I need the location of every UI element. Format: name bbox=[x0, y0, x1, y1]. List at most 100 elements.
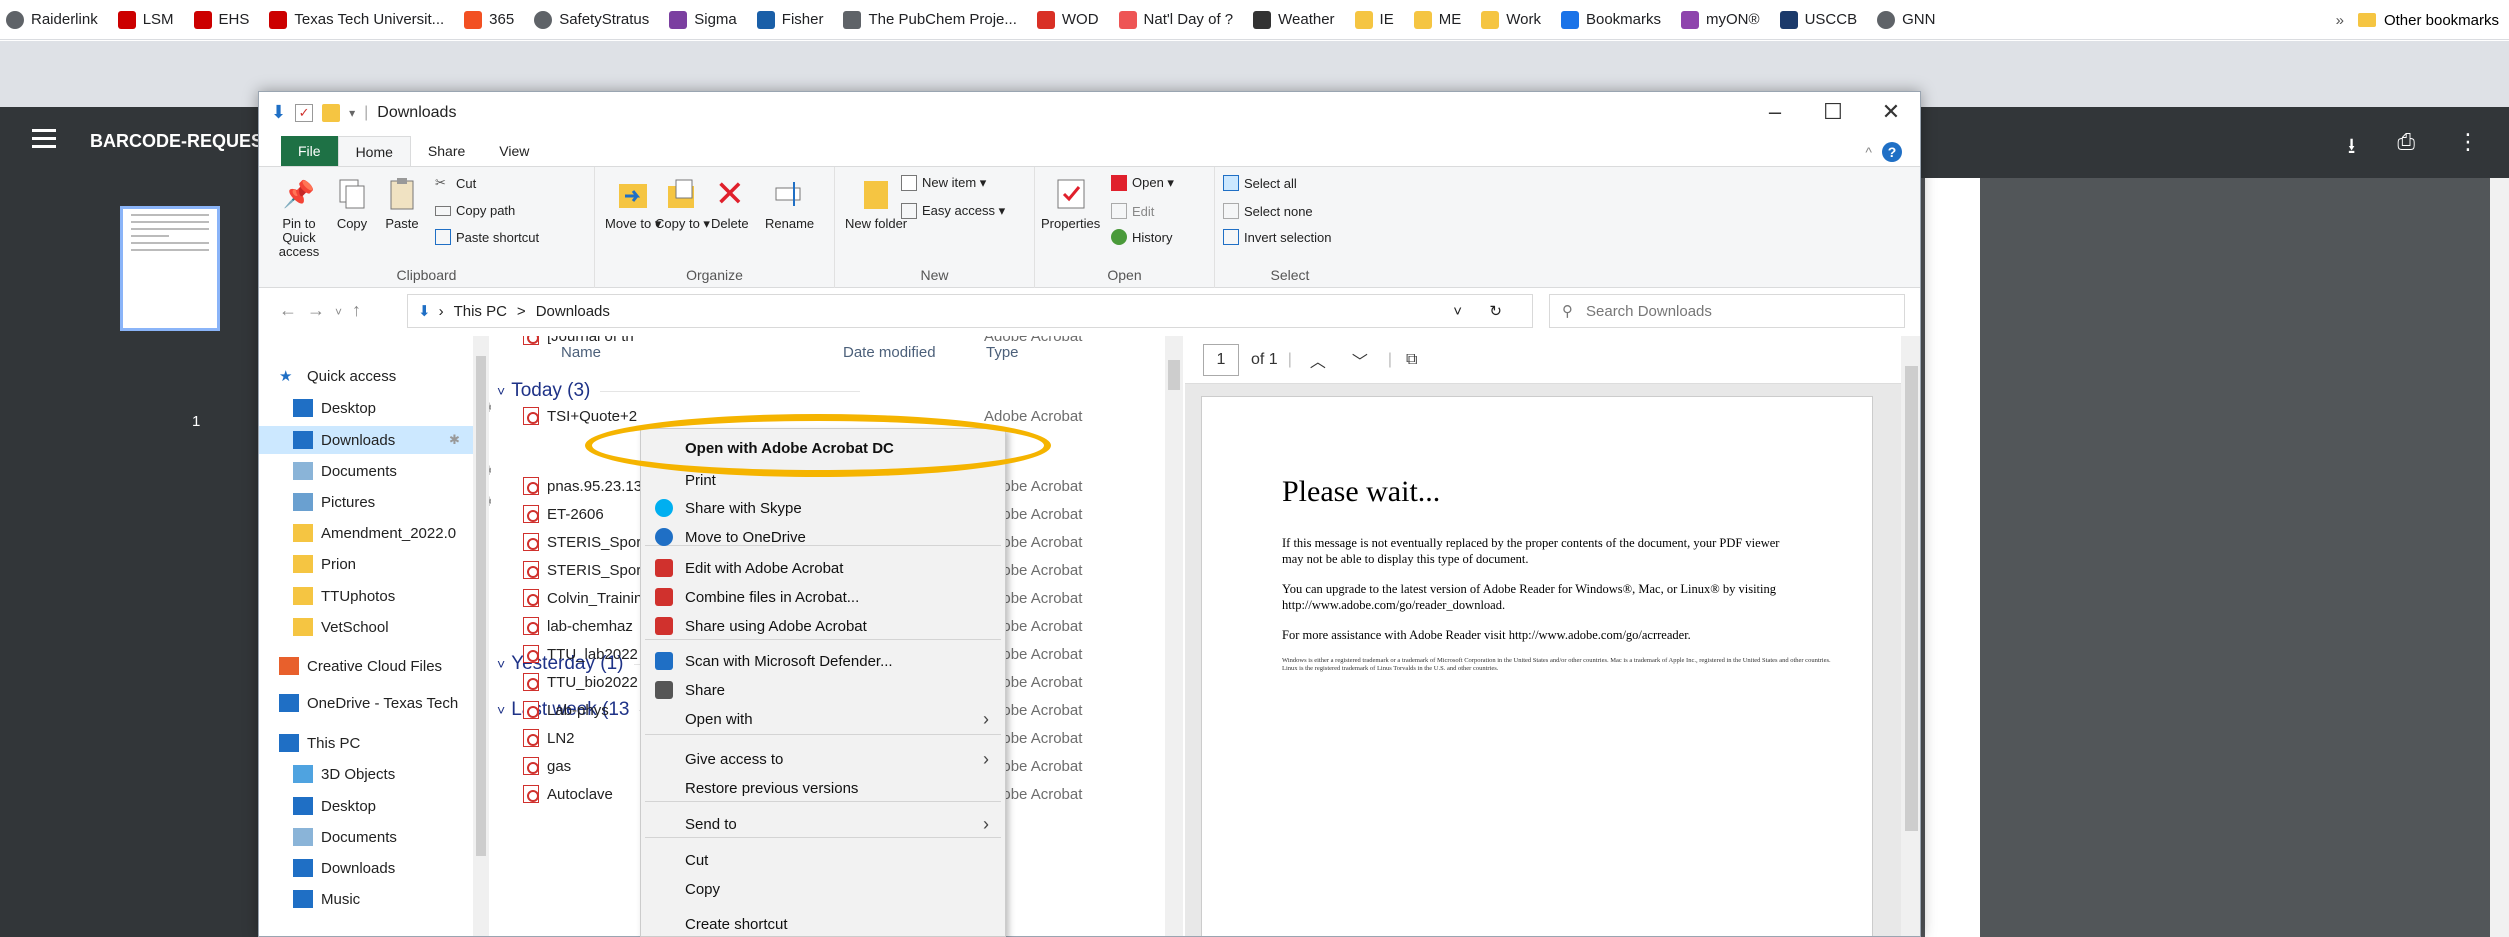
menu-item-share-with-skype[interactable]: Share with Skype bbox=[641, 493, 1005, 523]
new-folder-button[interactable]: New folder bbox=[845, 177, 907, 231]
page-number-input[interactable]: 1 bbox=[1203, 343, 1239, 376]
nav-item-6[interactable]: Prion bbox=[293, 550, 356, 578]
nav-item-13[interactable]: Desktop bbox=[293, 792, 376, 820]
menu-item-share[interactable]: Share bbox=[641, 675, 1005, 705]
minimize-button[interactable]: – bbox=[1746, 92, 1804, 132]
copy-button[interactable]: Copy bbox=[335, 177, 369, 231]
bookmark-3[interactable]: Texas Tech Universit... bbox=[269, 10, 444, 29]
chevron-up-icon[interactable]: ^ bbox=[1865, 144, 1872, 160]
forward-arrow-icon[interactable]: → bbox=[307, 300, 335, 320]
nav-item-7[interactable]: TTUphotos bbox=[293, 582, 395, 610]
search-input[interactable]: ⚲ Search Downloads bbox=[1549, 294, 1905, 328]
page-thumbnail[interactable] bbox=[120, 206, 220, 331]
rename-button[interactable]: Rename bbox=[765, 177, 814, 231]
back-arrow-icon[interactable]: ← bbox=[279, 300, 307, 320]
menu-item-send-to[interactable]: Send to › bbox=[641, 809, 1005, 839]
menu-item-edit-with-adobe-acrobat[interactable]: Edit with Adobe Acrobat bbox=[641, 553, 1005, 583]
copy-path-button[interactable]: Copy path bbox=[435, 203, 515, 218]
bookmark-5[interactable]: SafetyStratus bbox=[534, 10, 649, 29]
move-to-button[interactable]: Move to ▾ bbox=[605, 177, 661, 231]
tab-file[interactable]: File bbox=[281, 136, 338, 166]
maximize-button[interactable]: ☐ bbox=[1804, 92, 1862, 132]
pin-quick-access-button[interactable]: 📌 Pin to Quick access bbox=[269, 177, 329, 259]
properties-button[interactable]: Properties bbox=[1041, 177, 1100, 231]
bookmark-0[interactable]: Raiderlink bbox=[6, 10, 98, 29]
close-button[interactable]: ✕ bbox=[1862, 92, 1920, 132]
bookmark-13[interactable]: ME bbox=[1413, 10, 1461, 29]
edit-button[interactable]: Edit bbox=[1111, 203, 1154, 219]
bookmark-11[interactable]: Weather bbox=[1253, 10, 1335, 29]
nav-item-9[interactable]: Creative Cloud Files bbox=[279, 652, 442, 680]
history-button[interactable]: History bbox=[1111, 229, 1172, 245]
address-dropdown-icon[interactable]: ˅ bbox=[1453, 303, 1462, 320]
crumb-this-pc[interactable]: This PC bbox=[454, 303, 507, 320]
crumb-downloads[interactable]: Downloads bbox=[536, 303, 610, 320]
nav-item-15[interactable]: Downloads bbox=[293, 854, 395, 882]
nav-item-14[interactable]: Documents bbox=[293, 823, 397, 851]
fit-page-icon[interactable]: ⧉ bbox=[1406, 351, 1417, 369]
refresh-icon[interactable]: ↻ bbox=[1489, 302, 1502, 320]
menu-item-scan-with-microsoft-defender[interactable]: Scan with Microsoft Defender... bbox=[641, 646, 1005, 676]
nav-item-1[interactable]: Desktop✱ bbox=[293, 394, 494, 422]
bookmark-16[interactable]: myON® bbox=[1681, 10, 1760, 29]
tab-view[interactable]: View bbox=[482, 136, 546, 166]
bookmark-12[interactable]: IE bbox=[1354, 10, 1394, 29]
chevron-down-icon[interactable]: ﹀ bbox=[1352, 348, 1368, 372]
new-item-button[interactable]: New item ▾ bbox=[901, 175, 986, 191]
qa-dropdown-icon[interactable]: ▾ bbox=[349, 106, 355, 120]
nav-item-3[interactable]: Documents✱ bbox=[293, 457, 494, 485]
bookmark-15[interactable]: Bookmarks bbox=[1560, 10, 1661, 29]
menu-item-give-access-to[interactable]: Give access to › bbox=[641, 744, 1005, 774]
menu-item-share-using-adobe-acrobat[interactable]: Share using Adobe Acrobat bbox=[641, 611, 1005, 641]
up-arrow-icon[interactable]: ↑ bbox=[352, 300, 371, 320]
pdf-scrollbar[interactable] bbox=[2490, 178, 2509, 937]
cut-button[interactable]: ✂ Cut bbox=[435, 175, 476, 191]
bookmark-4[interactable]: 365 bbox=[464, 10, 514, 29]
bookmark-18[interactable]: GNN bbox=[1877, 10, 1935, 29]
select-all-button[interactable]: Select all bbox=[1223, 175, 1297, 191]
chevron-up-icon[interactable]: ︿ bbox=[1310, 348, 1326, 372]
folder-icon[interactable] bbox=[322, 103, 341, 122]
nav-item-10[interactable]: OneDrive - Texas Tech bbox=[279, 689, 458, 717]
menu-item-copy[interactable]: Copy bbox=[641, 874, 1005, 904]
bookmark-6[interactable]: Sigma bbox=[669, 10, 737, 29]
menu-item-create-shortcut[interactable]: Create shortcut bbox=[641, 909, 1005, 937]
menu-item-move-to-onedrive[interactable]: Move to OneDrive bbox=[641, 522, 1005, 552]
bookmark-7[interactable]: Fisher bbox=[756, 10, 823, 29]
menu-item-open-with[interactable]: Open with › bbox=[641, 704, 1005, 734]
menu-item-combine-files-in-acrobat[interactable]: Combine files in Acrobat... bbox=[641, 582, 1005, 612]
nav-scrollbar[interactable] bbox=[473, 336, 489, 936]
nav-item-16[interactable]: Music bbox=[293, 885, 360, 913]
nav-item-5[interactable]: Amendment_2022.0 bbox=[293, 519, 456, 547]
tab-share[interactable]: Share bbox=[411, 136, 482, 166]
nav-item-0[interactable]: ★ Quick access bbox=[279, 362, 396, 390]
address-input[interactable]: ⬇ › This PC > Downloads ˅ ↻ bbox=[407, 294, 1533, 328]
bookmark-8[interactable]: The PubChem Proje... bbox=[843, 10, 1017, 29]
overflow-chevron[interactable]: » bbox=[2336, 12, 2344, 29]
other-bookmarks[interactable]: Other bookmarks bbox=[2384, 12, 2499, 29]
invert-selection-button[interactable]: Invert selection bbox=[1223, 229, 1331, 245]
bookmark-10[interactable]: Nat'l Day of ? bbox=[1118, 10, 1233, 29]
paste-button[interactable]: Paste bbox=[385, 177, 419, 231]
print-icon[interactable]: ⎙ bbox=[2397, 129, 2415, 167]
checkbox-icon[interactable]: ✓ bbox=[295, 103, 314, 122]
delete-button[interactable]: ✕ Delete bbox=[711, 176, 749, 231]
bookmark-14[interactable]: Work bbox=[1481, 10, 1541, 29]
easy-access-button[interactable]: Easy access ▾ bbox=[901, 203, 1005, 219]
open-button[interactable]: Open ▾ bbox=[1111, 175, 1174, 191]
menu-item-restore-previous-versions[interactable]: Restore previous versions bbox=[641, 773, 1005, 803]
hamburger-menu-icon[interactable] bbox=[32, 129, 56, 153]
nav-item-12[interactable]: 3D Objects bbox=[293, 760, 395, 788]
select-none-button[interactable]: Select none bbox=[1223, 203, 1313, 219]
file-group-header[interactable]: ˅ Today (3) bbox=[497, 380, 860, 402]
file-row[interactable]: [Journal of th Adobe Acrobat bbox=[491, 336, 1082, 350]
file-list-scrollbar[interactable] bbox=[1165, 336, 1183, 936]
bookmark-1[interactable]: LSM bbox=[117, 10, 174, 29]
nav-item-8[interactable]: VetSchool bbox=[293, 613, 389, 641]
nav-item-11[interactable]: This PC bbox=[279, 729, 360, 757]
copy-to-button[interactable]: Copy to ▾ bbox=[655, 177, 710, 231]
download-icon[interactable]: ⭳ bbox=[2348, 129, 2356, 167]
bookmark-9[interactable]: WOD bbox=[1036, 10, 1099, 29]
paste-shortcut-button[interactable]: Paste shortcut bbox=[435, 229, 539, 245]
bookmark-17[interactable]: USCCB bbox=[1779, 10, 1857, 29]
